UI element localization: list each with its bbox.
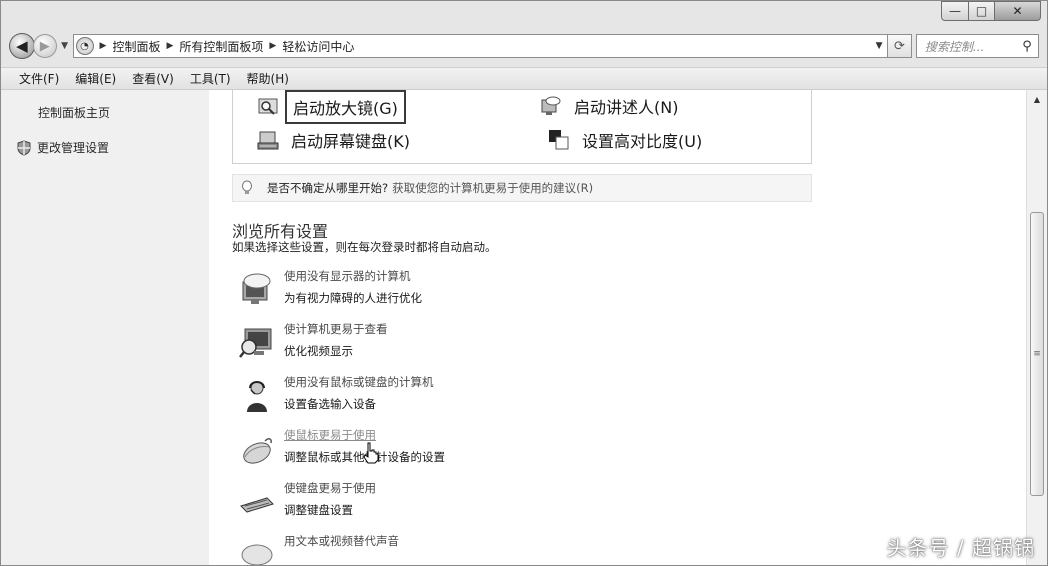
scroll-thumb[interactable]: ≡ [1030,212,1044,496]
close-button[interactable]: ✕ [995,1,1041,21]
setting-description: 优化视频显示 [284,344,353,358]
start-narrator-label: 启动讲述人(N) [574,98,679,117]
menu-view[interactable]: 查看(V) [124,70,182,87]
lightbulb-icon [242,180,252,194]
start-narrator-link[interactable]: 启动讲述人(N) [540,92,684,120]
setting-description: 为有视力障碍的人进行优化 [284,291,422,305]
menu-help[interactable]: 帮助(H) [239,70,297,87]
scroll-up-arrow-icon[interactable]: ▲ [1027,90,1047,108]
mouse-icon [243,438,272,464]
menu-tools[interactable]: 工具(T) [182,70,239,87]
sidebar: 控制面板主页 更改管理设置 [1,89,209,565]
breadcrumb-chevron-icon[interactable]: ▶ [166,41,173,51]
shield-icon [17,139,31,156]
search-input[interactable]: 搜索控制... ⚲ [915,34,1039,58]
breadcrumb-all-items[interactable]: 所有控制面板项 [179,38,263,55]
main-content: 启动放大镜(G) 启动讲述人(N) 启动屏幕键盘(K) 设置高对比度(U) 是否… [209,89,1026,565]
control-panel-window: — □ ✕ ◀ ▶ ▼ ◔ ▶ 控制面板 ▶ 所有控制面板项 ▶ 轻松访问中心 … [0,0,1048,566]
menu-edit[interactable]: 编辑(E) [67,70,124,87]
refresh-button[interactable]: ⟳ [888,34,912,58]
breadcrumb-control-panel[interactable]: 控制面板 [112,38,160,55]
setting-mouse-easier[interactable]: 使鼠标更易于使用 调整鼠标或其他指针设备的设置 [239,427,799,473]
sidebar-item-control-panel-home[interactable]: 控制面板主页 [38,104,110,121]
setting-title-link[interactable]: 用文本或视频替代声音 [284,533,399,549]
headset-user-icon [247,381,267,412]
control-panel-icon: ◔ [75,37,94,55]
setting-description: 调整键盘设置 [284,503,353,517]
suggestion-tip: 是否不确定从哪里开始? 获取使您的计算机更易于使用的建议(R) [232,174,812,202]
menu-file[interactable]: 文件(F) [11,70,67,87]
forward-arrow-icon: ▶ [39,38,50,54]
browse-settings-subtitle: 如果选择这些设置，则在每次登录时都将自动启动。 [232,240,497,254]
breadcrumb-chevron-icon[interactable]: ▶ [100,41,107,51]
menu-bar: 文件(F) 编辑(E) 查看(V) 工具(T) 帮助(H) [1,67,1047,89]
back-button[interactable]: ◀ [9,33,35,59]
tip-prefix: 是否不确定从哪里开始? [267,181,389,195]
vertical-scrollbar[interactable]: ▲ ≡ [1026,89,1047,565]
setting-description: 设置备选输入设备 [284,397,376,411]
keyboard-icon [240,497,274,513]
magnifier-icon [258,98,278,115]
minimize-button[interactable]: — [941,1,969,21]
address-dropdown-icon[interactable]: ▼ [871,41,887,51]
scroll-grip-icon: ≡ [1033,349,1041,359]
hand-pointer-cursor-icon [363,442,379,464]
start-magnifier-label: 启动放大镜(G) [285,90,406,124]
search-icon[interactable]: ⚲ [1016,39,1038,54]
navigation-bar: ◀ ▶ ▼ ◔ ▶ 控制面板 ▶ 所有控制面板项 ▶ 轻松访问中心 ▼ ⟳ 搜索… [9,31,1039,61]
forward-button[interactable]: ▶ [32,34,57,58]
setting-title-link[interactable]: 使鼠标更易于使用 [284,427,376,443]
sidebar-item-change-admin-settings[interactable]: 更改管理设置 [17,139,109,156]
setting-text-or-video-for-sound[interactable]: 用文本或视频替代声音 [239,533,799,565]
back-arrow-icon: ◀ [16,37,28,55]
on-screen-keyboard-icon [257,131,279,150]
setting-title-link[interactable]: 使用没有鼠标或键盘的计算机 [284,374,434,390]
start-magnifier-link[interactable]: 启动放大镜(G) [257,90,406,124]
monitor-magnifier-icon [239,328,272,358]
window-caption-buttons: — □ ✕ [941,1,1041,23]
sidebar-item-label: 更改管理设置 [37,141,110,155]
speech-bubble-icon [241,544,273,565]
setting-title-link[interactable]: 使计算机更易于查看 [284,321,388,337]
quick-access-panel: 启动放大镜(G) 启动讲述人(N) 启动屏幕键盘(K) 设置高对比度(U) [232,90,812,164]
sidebar-item-label: 控制面板主页 [38,106,111,120]
setting-use-without-mouse-keyboard[interactable]: 使用没有鼠标或键盘的计算机 设置备选输入设备 [239,374,799,420]
speech-monitor-icon [242,273,271,304]
setting-keyboard-easier[interactable]: 使键盘更易于使用 调整键盘设置 [239,480,799,526]
refresh-icon: ⟳ [894,38,905,54]
setting-use-without-display[interactable]: 使用没有显示器的计算机 为有视力障碍的人进行优化 [239,268,799,314]
set-high-contrast-label: 设置高对比度(U) [582,132,703,151]
setting-easier-to-see[interactable]: 使计算机更易于查看 优化视频显示 [239,321,799,367]
recent-pages-dropdown[interactable]: ▼ [59,41,71,51]
address-bar[interactable]: ◔ ▶ 控制面板 ▶ 所有控制面板项 ▶ 轻松访问中心 ▼ [72,34,889,58]
maximize-button[interactable]: □ [969,1,995,21]
get-recommendations-link[interactable]: 获取使您的计算机更易于使用的建议(R) [392,180,593,196]
setting-title-link[interactable]: 使键盘更易于使用 [284,480,376,496]
start-on-screen-keyboard-label: 启动屏幕键盘(K) [291,132,410,151]
breadcrumb-chevron-icon[interactable]: ▶ [269,41,276,51]
watermark: 头条号 / 超锅锅 [886,536,1035,560]
high-contrast-icon [549,130,569,150]
start-on-screen-keyboard-link[interactable]: 启动屏幕键盘(K) [257,126,416,154]
breadcrumb-ease-of-access[interactable]: 轻松访问中心 [282,38,354,55]
narrator-icon [541,96,561,115]
setting-title-link[interactable]: 使用没有显示器的计算机 [284,268,411,284]
search-placeholder: 搜索控制... [924,39,985,54]
set-high-contrast-link[interactable]: 设置高对比度(U) [548,126,708,154]
